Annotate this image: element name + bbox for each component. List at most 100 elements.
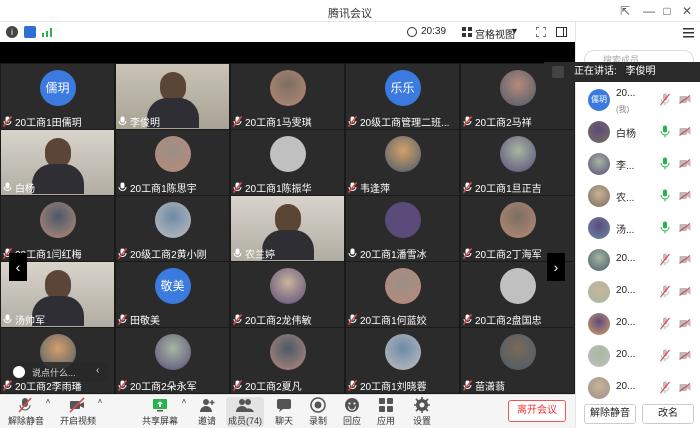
unmute-all-button[interactable]: 解除静音 [584,404,636,424]
mic-icon[interactable] [660,221,670,234]
close-button[interactable]: ✕ [678,2,696,20]
camera-off-icon[interactable] [679,159,691,168]
camera-off-icon[interactable] [679,319,691,328]
participant-row[interactable]: 20... [576,308,700,340]
camera-off-icon[interactable] [679,351,691,360]
mic-muted-icon [552,66,564,78]
fullscreen-icon[interactable] [535,26,547,38]
gear-icon [414,397,430,413]
participant-tile[interactable]: 20工商1旦正吉 [461,130,574,195]
participant-row[interactable]: 20... [576,276,700,308]
mic-muted-icon [348,379,357,391]
mic-muted-icon [233,115,242,127]
participant-row[interactable]: 20... [576,372,700,404]
emoji-icon[interactable] [13,366,25,378]
avatar [154,202,191,238]
mic-muted-icon[interactable] [659,93,671,106]
participant-tile[interactable]: 20工商2夏凡 [231,328,344,393]
settings-button[interactable]: 设置 [410,397,434,427]
chat-quick-input[interactable]: 说点什么... ‹ [8,362,108,382]
participant-name: 苗潇蓊 [475,381,505,393]
audio-options-caret[interactable]: ˄ [44,397,52,427]
leave-meeting-button[interactable]: 离开会议 [508,400,566,422]
camera-off-icon[interactable] [679,95,691,104]
info-icon[interactable]: i [6,26,18,38]
participant-row[interactable]: 20... [576,244,700,276]
maximize-button[interactable]: □ [658,2,676,20]
participant-row[interactable]: 白杨 [576,116,700,148]
camera-off-icon[interactable] [679,191,691,200]
participant-row[interactable]: 儒玥 20... (我) [576,84,700,116]
mic-icon[interactable] [660,189,670,202]
participant-tile[interactable]: 20级工商2黄小刚 [116,196,229,261]
mic-muted-icon[interactable] [659,349,671,362]
participant-row[interactable]: 20... [576,340,700,372]
participant-tile[interactable]: 20工商2丁海军 [461,196,574,261]
participant-tile[interactable]: 20工商1陈振华 [231,130,344,195]
grid-view-icon[interactable] [462,27,472,37]
mic-muted-icon[interactable] [659,381,671,394]
prev-page-button[interactable]: ‹ [9,253,27,281]
participant-tile[interactable]: 苗潇蓊 [461,328,574,393]
camera-off-icon[interactable] [679,223,691,232]
participant-tile[interactable]: 20工商2李雨璠 [1,328,114,393]
sidebar-toggle-icon[interactable] [556,27,567,37]
participant-tile[interactable]: 20工商2龙伟敏 [231,262,344,327]
chat-button[interactable]: 聊天 [272,397,296,427]
participant-tile[interactable]: 韦逢萍 [346,130,459,195]
participant-tile[interactable]: 20工商1陈思宇 [116,130,229,195]
participant-tile[interactable]: 白杨 [1,130,114,195]
participant-tile[interactable]: 农兰婷 [231,196,344,261]
participant-tile[interactable]: 20工商1潘雪冰 [346,196,459,261]
participant-row[interactable]: 农... [576,180,700,212]
applause-button[interactable]: 回应 [340,397,364,427]
camera-off-icon[interactable] [679,127,691,136]
participant-name: 20... [616,381,636,392]
camera-off-icon[interactable] [679,255,691,264]
mic-muted-icon[interactable] [659,317,671,330]
participant-tile[interactable]: 20工商1闫红梅 [1,196,114,261]
chevron-down-icon[interactable]: ▾ [512,26,517,37]
mic-muted-icon[interactable] [659,285,671,298]
view-mode-selector[interactable]: 宫格视图 [475,26,515,41]
signal-icon[interactable] [42,27,54,37]
video-options-caret[interactable]: ˄ [96,397,104,427]
collapse-chat-icon[interactable]: ‹ [96,365,99,376]
camera-off-icon[interactable] [679,383,691,392]
invite-button[interactable]: 邀请 [194,397,220,427]
participant-tile[interactable]: 乐乐 20级工商管理二班... [346,64,459,129]
menu-icon[interactable] [683,28,694,38]
pin-button[interactable]: ⇱ [616,2,634,20]
next-page-button[interactable]: › [547,253,565,281]
participant-name: 20工商1刘晓蓉 [360,381,427,393]
participant-tile[interactable]: 20工商1何蓝姣 [346,262,459,327]
mic-icon[interactable] [660,125,670,138]
participant-row[interactable]: 汤... [576,212,700,244]
record-button[interactable]: 录制 [306,397,330,427]
mic-muted-icon[interactable] [659,253,671,266]
camera-off-icon[interactable] [679,287,691,296]
apps-button[interactable]: 应用 [374,397,398,427]
minimize-button[interactable]: — [640,2,658,20]
participant-tile[interactable]: 儒玥 20工商1田儒玥 [1,64,114,129]
shield-icon[interactable] [24,26,36,38]
mic-muted-icon [118,313,127,325]
share-options-caret[interactable]: ˄ [180,397,188,427]
participant-row[interactable]: 李... [576,148,700,180]
share-screen-button[interactable]: 共享屏幕 [142,397,178,427]
record-icon [310,397,326,413]
participant-name: 20工商1陈振华 [245,183,312,195]
avatar: 儒玥 [588,89,610,111]
participant-tile[interactable]: 李俊明 [116,64,229,129]
rename-button[interactable]: 改名 [642,404,694,424]
participant-name-bar: 20工商2朵永军 [118,378,227,392]
start-video-button[interactable]: 开启视频 [60,397,96,427]
participant-tile[interactable]: 20工商1刘晓蓉 [346,328,459,393]
unmute-button[interactable]: 解除静音 [8,397,44,427]
participant-tile[interactable]: 20工商1马雯琪 [231,64,344,129]
mic-icon[interactable] [660,157,670,170]
participant-tile[interactable]: 20工商2朵永军 [116,328,229,393]
participant-name: 20工商2龙伟敏 [245,315,312,327]
members-button[interactable]: 成员(74) [226,397,264,427]
participant-tile[interactable]: 敬美 田敬美 [116,262,229,327]
